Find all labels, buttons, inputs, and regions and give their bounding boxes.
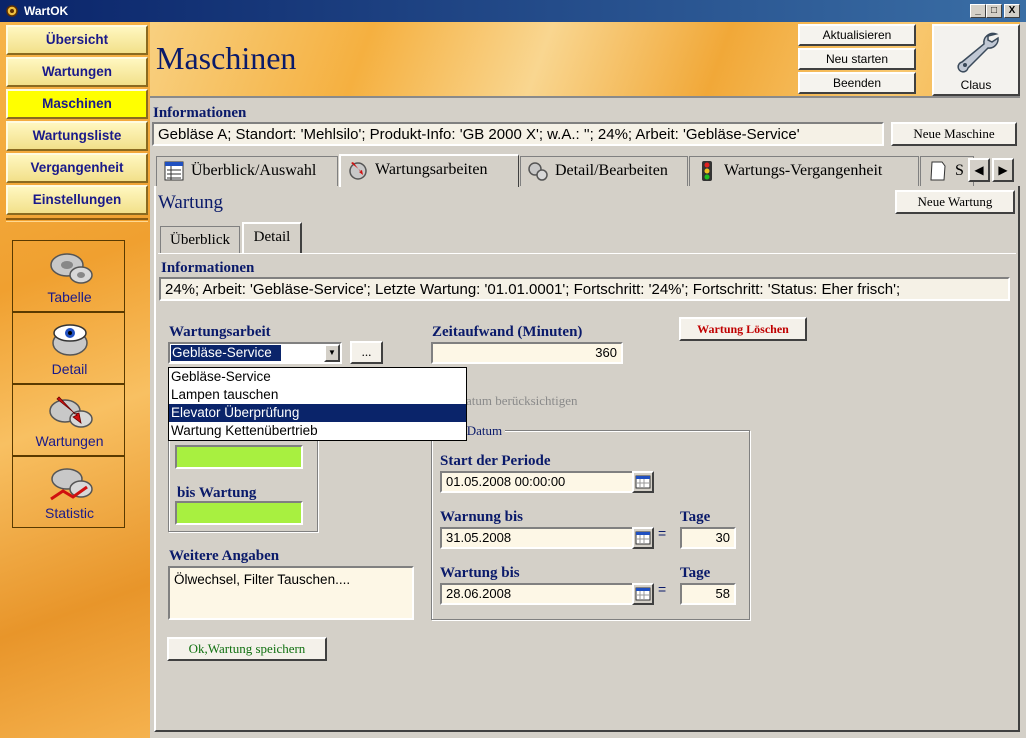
warnung-tage-input[interactable]: 30: [680, 527, 736, 549]
detail-info-label: Informationen: [161, 260, 255, 276]
wrench-icon: [957, 32, 999, 73]
calendar-icon[interactable]: [632, 583, 654, 605]
tab-label: Wartungs-Vergangenheit: [724, 162, 883, 179]
nav-maschinen[interactable]: Maschinen: [6, 89, 148, 119]
tab-label: Detail/Bearbeiten: [555, 162, 668, 179]
wartung-status-field: [175, 445, 303, 469]
exit-button[interactable]: Beenden: [798, 72, 916, 94]
close-button[interactable]: X: [1004, 4, 1020, 18]
tage-label: Tage: [680, 565, 711, 581]
equals-sign: =: [658, 525, 667, 541]
wartung-heading: Wartung: [158, 192, 223, 213]
tool-label: Tabelle: [47, 289, 92, 305]
equals-sign: =: [658, 581, 667, 597]
warnung-bis-label: Warnung bis: [440, 509, 523, 525]
dropdown-option-selected[interactable]: Elevator Überprüfung: [169, 404, 466, 422]
zeitaufwand-label: Zeitaufwand (Minuten): [432, 324, 583, 340]
save-maintenance-button[interactable]: Ok,Wartung speichern: [167, 637, 327, 661]
sidebar: Übersicht Wartungen Maschinen Wartungsli…: [0, 22, 150, 738]
tab-scroll-right-button[interactable]: ▶: [992, 158, 1014, 182]
tool-wartungen[interactable]: Wartungen: [12, 384, 125, 456]
username: Claus: [960, 78, 992, 92]
wartung-bis-label: Wartung bis: [440, 565, 520, 581]
ellipsis-button[interactable]: ...: [350, 341, 383, 364]
start-period-label: Start der Periode: [440, 453, 551, 469]
subtab-divider: [158, 253, 1016, 254]
dropdown-option[interactable]: Wartung Kettenübertrieb: [169, 422, 466, 440]
delete-maintenance-button[interactable]: Wartung Löschen: [679, 317, 807, 341]
wartungsarbeit-label: Wartungsarbeit: [169, 324, 271, 340]
page-title: Maschinen: [156, 40, 297, 76]
tab-s[interactable]: S: [920, 156, 974, 186]
dropdown-option[interactable]: Gebläse-Service: [169, 368, 466, 386]
refresh-button[interactable]: Aktualisieren: [798, 24, 916, 46]
tool-label: Wartungen: [35, 433, 104, 449]
sidebar-divider: [6, 218, 148, 222]
user-button[interactable]: Claus: [932, 24, 1020, 96]
wartung-bis-input[interactable]: 28.06.2008: [440, 583, 634, 605]
tage-label: Tage: [680, 509, 711, 525]
gears-eye-icon: [52, 324, 88, 356]
window-title-bar: WartOK _ □ X: [0, 0, 1026, 22]
gear-icon: [6, 5, 18, 17]
gears-arrow-icon: [49, 396, 93, 428]
gears-chart-icon: [50, 468, 93, 501]
restart-button[interactable]: Neu starten: [798, 48, 916, 70]
page-icon: [930, 161, 946, 181]
nav-uebersicht[interactable]: Übersicht: [6, 25, 148, 55]
tab-wartungsarbeiten[interactable]: Wartungsarbeiten: [339, 154, 519, 187]
minimize-button[interactable]: _: [970, 4, 986, 18]
maintenance-info-box: 24%; Arbeit: 'Gebläse-Service'; Letzte W…: [159, 277, 1010, 301]
tab-ueberblick-auswahl[interactable]: Überblick/Auswahl: [156, 156, 338, 186]
new-machine-button[interactable]: Neue Maschine: [891, 122, 1017, 146]
tool-tabelle[interactable]: Tabelle: [12, 240, 125, 312]
weitere-angaben-textarea[interactable]: Ölwechsel, Filter Tauschen....: [168, 566, 414, 620]
calendar-icon[interactable]: [632, 527, 654, 549]
tab-label: Überblick/Auswahl: [191, 162, 317, 179]
nav-wartungen[interactable]: Wartungen: [6, 57, 148, 87]
tool-label: Statistic: [44, 505, 94, 521]
tab-scroll-left-button[interactable]: ◀: [968, 158, 990, 182]
wartung-tage-input[interactable]: 58: [680, 583, 736, 605]
calendar-icon[interactable]: [632, 471, 654, 493]
nav-vergangenheit[interactable]: Vergangenheit: [6, 153, 148, 183]
nav-wartungsliste[interactable]: Wartungsliste: [6, 121, 148, 151]
start-period-input[interactable]: 01.05.2008 00:00:00: [440, 471, 634, 493]
zeitaufwand-input[interactable]: 360: [431, 342, 623, 364]
list-icon: [164, 161, 184, 181]
window-title: WartOK: [24, 4, 69, 18]
date-checkbox-label[interactable]: atum berücksichtigen: [466, 393, 578, 409]
dropdown-option[interactable]: Lampen tauschen: [169, 386, 466, 404]
wartungsarbeit-dropdown-list[interactable]: Gebläse-Service Lampen tauschen Elevator…: [168, 367, 467, 441]
bis-wartung-field: [175, 501, 303, 525]
selected-value: Gebläse-Service: [171, 345, 281, 361]
wartungsarbeit-select[interactable]: Gebläse-Service ▼: [168, 342, 342, 364]
tab-wartungs-vergangenheit[interactable]: Wartungs-Vergangenheit: [689, 156, 919, 186]
weitere-angaben-label: Weitere Angaben: [169, 548, 280, 564]
bis-wartung-label: bis Wartung: [177, 485, 257, 501]
info-label: Informationen: [153, 105, 247, 121]
tool-detail[interactable]: Detail: [12, 312, 125, 384]
subtab-detail[interactable]: Detail: [242, 222, 302, 254]
subtab-ueberblick[interactable]: Überblick: [160, 226, 240, 254]
tab-strip: Überblick/Auswahl Wartungsarbeiten Detai…: [154, 154, 1020, 187]
traffic-light-icon: [702, 161, 712, 182]
maximize-button[interactable]: □: [986, 4, 1002, 18]
new-maintenance-button[interactable]: Neue Wartung: [895, 190, 1015, 214]
gears-table-icon: [50, 253, 93, 284]
tab-detail-bearbeiten[interactable]: Detail/Bearbeiten: [520, 156, 688, 186]
date-groupbox: n Datum Start der Periode 01.05.2008 00:…: [431, 423, 750, 620]
chevron-down-icon[interactable]: ▼: [324, 344, 340, 362]
nav-einstellungen[interactable]: Einstellungen: [6, 185, 148, 215]
warnung-bis-input[interactable]: 31.05.2008: [440, 527, 634, 549]
tab-label: Wartungsarbeiten: [375, 161, 488, 178]
tab-label: S: [955, 162, 964, 179]
header-banner: Maschinen Aktualisieren Neu starten Been…: [150, 22, 1020, 98]
tool-statistic[interactable]: Statistic: [12, 456, 125, 528]
gear-arrow-icon: [349, 162, 367, 181]
machine-info-box: Gebläse A; Standort: 'Mehlsilo'; Produkt…: [152, 122, 884, 146]
gears-icon: [528, 162, 548, 182]
tool-label: Detail: [51, 361, 88, 377]
